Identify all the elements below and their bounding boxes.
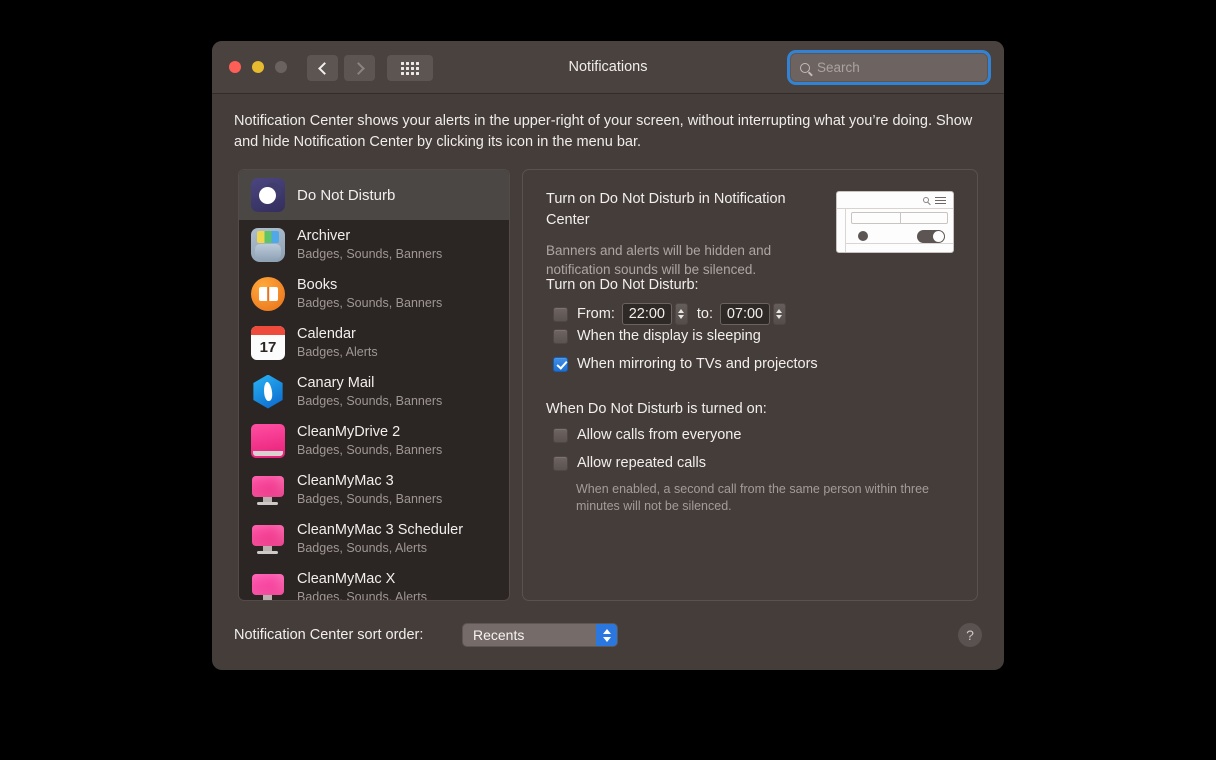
detail-panel: Turn on Do Not Disturb in Notification C… bbox=[522, 169, 978, 601]
preview-body bbox=[837, 209, 953, 252]
calendar-header bbox=[251, 325, 285, 335]
sidebar-item-label: Canary Mail bbox=[297, 374, 375, 391]
detail-subtitle: Banners and alerts will be hidden and no… bbox=[546, 243, 772, 277]
from-checkbox[interactable] bbox=[553, 306, 568, 322]
sidebar-item-cleanmydrive-2[interactable]: CleanMyDrive 2 Badges, Sounds, Banners bbox=[239, 416, 509, 465]
display-sleeping-checkbox[interactable] bbox=[553, 328, 568, 344]
bird-glyph bbox=[263, 381, 273, 402]
cleanmymac3-icon bbox=[251, 473, 285, 507]
cleanmymac3-scheduler-icon bbox=[251, 522, 285, 556]
allow-calls-row: Allow calls from everyone bbox=[553, 427, 741, 443]
sort-order-value: Recents bbox=[473, 627, 525, 643]
preview-search-icon bbox=[923, 197, 929, 203]
mirroring-label: When mirroring to TVs and projectors bbox=[577, 356, 818, 372]
sidebar-item-do-not-disturb[interactable]: Do Not Disturb bbox=[239, 170, 509, 220]
sidebar-item-canary-mail[interactable]: Canary Mail Badges, Sounds, Banners bbox=[239, 367, 509, 416]
cleanmydrive-icon bbox=[251, 423, 285, 458]
from-label: From: bbox=[577, 306, 615, 322]
sidebar-item-label: Do Not Disturb bbox=[297, 186, 396, 204]
display-glyph bbox=[252, 573, 284, 595]
content-area: Do Not Disturb Archiver Badges, Sounds, … bbox=[212, 169, 1004, 670]
sidebar-item-cleanmymac-3[interactable]: CleanMyMac 3 Badges, Sounds, Banners bbox=[239, 465, 509, 514]
sidebar-item-detail: Badges, Sounds, Alerts bbox=[297, 540, 427, 555]
sidebar-item-label: CleanMyMac X bbox=[297, 570, 396, 587]
preview-footer bbox=[846, 243, 953, 252]
preview-list-icon bbox=[935, 197, 946, 206]
sidebar-item-label: CleanMyDrive 2 bbox=[297, 423, 401, 440]
search-placeholder: Search bbox=[817, 60, 860, 75]
sidebar-item-detail: Badges, Sounds, Banners bbox=[297, 246, 443, 261]
from-time-stepper[interactable] bbox=[674, 303, 688, 325]
detail-title: Turn on Do Not Disturb in Notification C… bbox=[546, 191, 786, 228]
to-time-input[interactable]: 07:00 bbox=[719, 303, 770, 325]
from-time-row: From: 22:00 to: 07:00 bbox=[553, 303, 786, 325]
display-sleeping-label: When the display is sleeping bbox=[577, 328, 761, 344]
allow-repeated-note: When enabled, a second call from the sam… bbox=[576, 482, 929, 513]
search-icon bbox=[800, 62, 810, 73]
preview-toggle-switch bbox=[917, 230, 945, 243]
preview-moon-icon bbox=[858, 231, 868, 241]
mirroring-row: When mirroring to TVs and projectors bbox=[553, 356, 818, 372]
cleanmymacx-icon bbox=[251, 571, 285, 600]
canary-mail-icon bbox=[253, 374, 283, 409]
archiver-icon bbox=[251, 227, 285, 262]
sidebar-item-books[interactable]: Books Badges, Sounds, Banners bbox=[239, 269, 509, 318]
search-input[interactable]: Search bbox=[790, 53, 988, 82]
window-footer: Notification Center sort order: Recents … bbox=[212, 613, 1004, 670]
allow-calls-label: Allow calls from everyone bbox=[577, 427, 742, 443]
preview-rail bbox=[837, 209, 846, 252]
mirroring-checkbox[interactable] bbox=[553, 356, 568, 372]
preview-header bbox=[837, 192, 953, 209]
sort-order-select[interactable]: Recents bbox=[462, 623, 618, 647]
calendar-icon: 17 bbox=[251, 325, 285, 360]
notification-apps-list[interactable]: Do Not Disturb Archiver Badges, Sounds, … bbox=[238, 169, 510, 601]
allow-calls-checkbox[interactable] bbox=[553, 427, 568, 443]
base-glyph bbox=[257, 599, 278, 600]
display-sleeping-row: When the display is sleeping bbox=[553, 328, 761, 344]
display-glyph bbox=[252, 524, 284, 546]
help-button[interactable]: ? bbox=[958, 623, 982, 647]
sidebar-item-cleanmymac-x[interactable]: CleanMyMac X Badges, Sounds, Alerts bbox=[239, 563, 509, 601]
from-time-input[interactable]: 22:00 bbox=[621, 303, 672, 325]
base-glyph bbox=[257, 550, 278, 554]
moon-icon bbox=[258, 186, 276, 204]
sidebar-item-cleanmymac-3-scheduler[interactable]: CleanMyMac 3 Scheduler Badges, Sounds, A… bbox=[239, 514, 509, 563]
description-text: Notification Center shows your alerts in… bbox=[234, 113, 973, 150]
sidebar-item-label: Archiver bbox=[297, 227, 351, 244]
sidebar-item-label: Calendar bbox=[297, 325, 356, 342]
sidebar-item-detail: Badges, Sounds, Alerts bbox=[297, 589, 427, 601]
schedule-section-label: Turn on Do Not Disturb: bbox=[546, 277, 699, 293]
books-icon bbox=[251, 276, 285, 311]
sidebar-item-label: CleanMyMac 3 bbox=[297, 472, 394, 489]
window-titlebar: Notifications Search bbox=[212, 41, 1004, 94]
sidebar-item-label: Books bbox=[297, 276, 338, 293]
sidebar-item-detail: Badges, Sounds, Banners bbox=[297, 442, 443, 457]
sidebar-item-archiver[interactable]: Archiver Badges, Sounds, Banners bbox=[239, 220, 509, 269]
sidebar-item-detail: Badges, Sounds, Banners bbox=[297, 491, 443, 506]
to-time-stepper[interactable] bbox=[772, 303, 786, 325]
to-label: to: bbox=[696, 306, 713, 322]
sort-order-label: Notification Center sort order: bbox=[234, 627, 424, 643]
display-glyph bbox=[252, 475, 284, 497]
chevron-updown-icon bbox=[596, 624, 617, 646]
when-on-section-label: When Do Not Disturb is turned on: bbox=[546, 401, 767, 417]
calendar-day: 17 bbox=[259, 338, 277, 356]
book-glyph bbox=[258, 286, 278, 301]
preferences-window: Notifications Search Notification Center… bbox=[212, 41, 1004, 670]
sidebar-item-detail: Badges, Sounds, Banners bbox=[297, 393, 443, 408]
sidebar-item-detail: Badges, Sounds, Banners bbox=[297, 295, 443, 310]
sidebar-item-detail: Badges, Alerts bbox=[297, 344, 378, 359]
base-glyph bbox=[257, 501, 278, 505]
notification-center-preview bbox=[836, 191, 954, 253]
search-container: Search bbox=[790, 53, 988, 82]
sidebar-item-label: CleanMyMac 3 Scheduler bbox=[297, 521, 464, 538]
sidebar-item-calendar[interactable]: 17 Calendar Badges, Alerts bbox=[239, 318, 509, 367]
preview-tabs bbox=[851, 212, 948, 224]
do-not-disturb-icon bbox=[251, 178, 285, 212]
allow-repeated-label: Allow repeated calls bbox=[577, 455, 706, 471]
allow-repeated-row: Allow repeated calls bbox=[553, 455, 706, 471]
allow-repeated-checkbox[interactable] bbox=[553, 455, 568, 471]
